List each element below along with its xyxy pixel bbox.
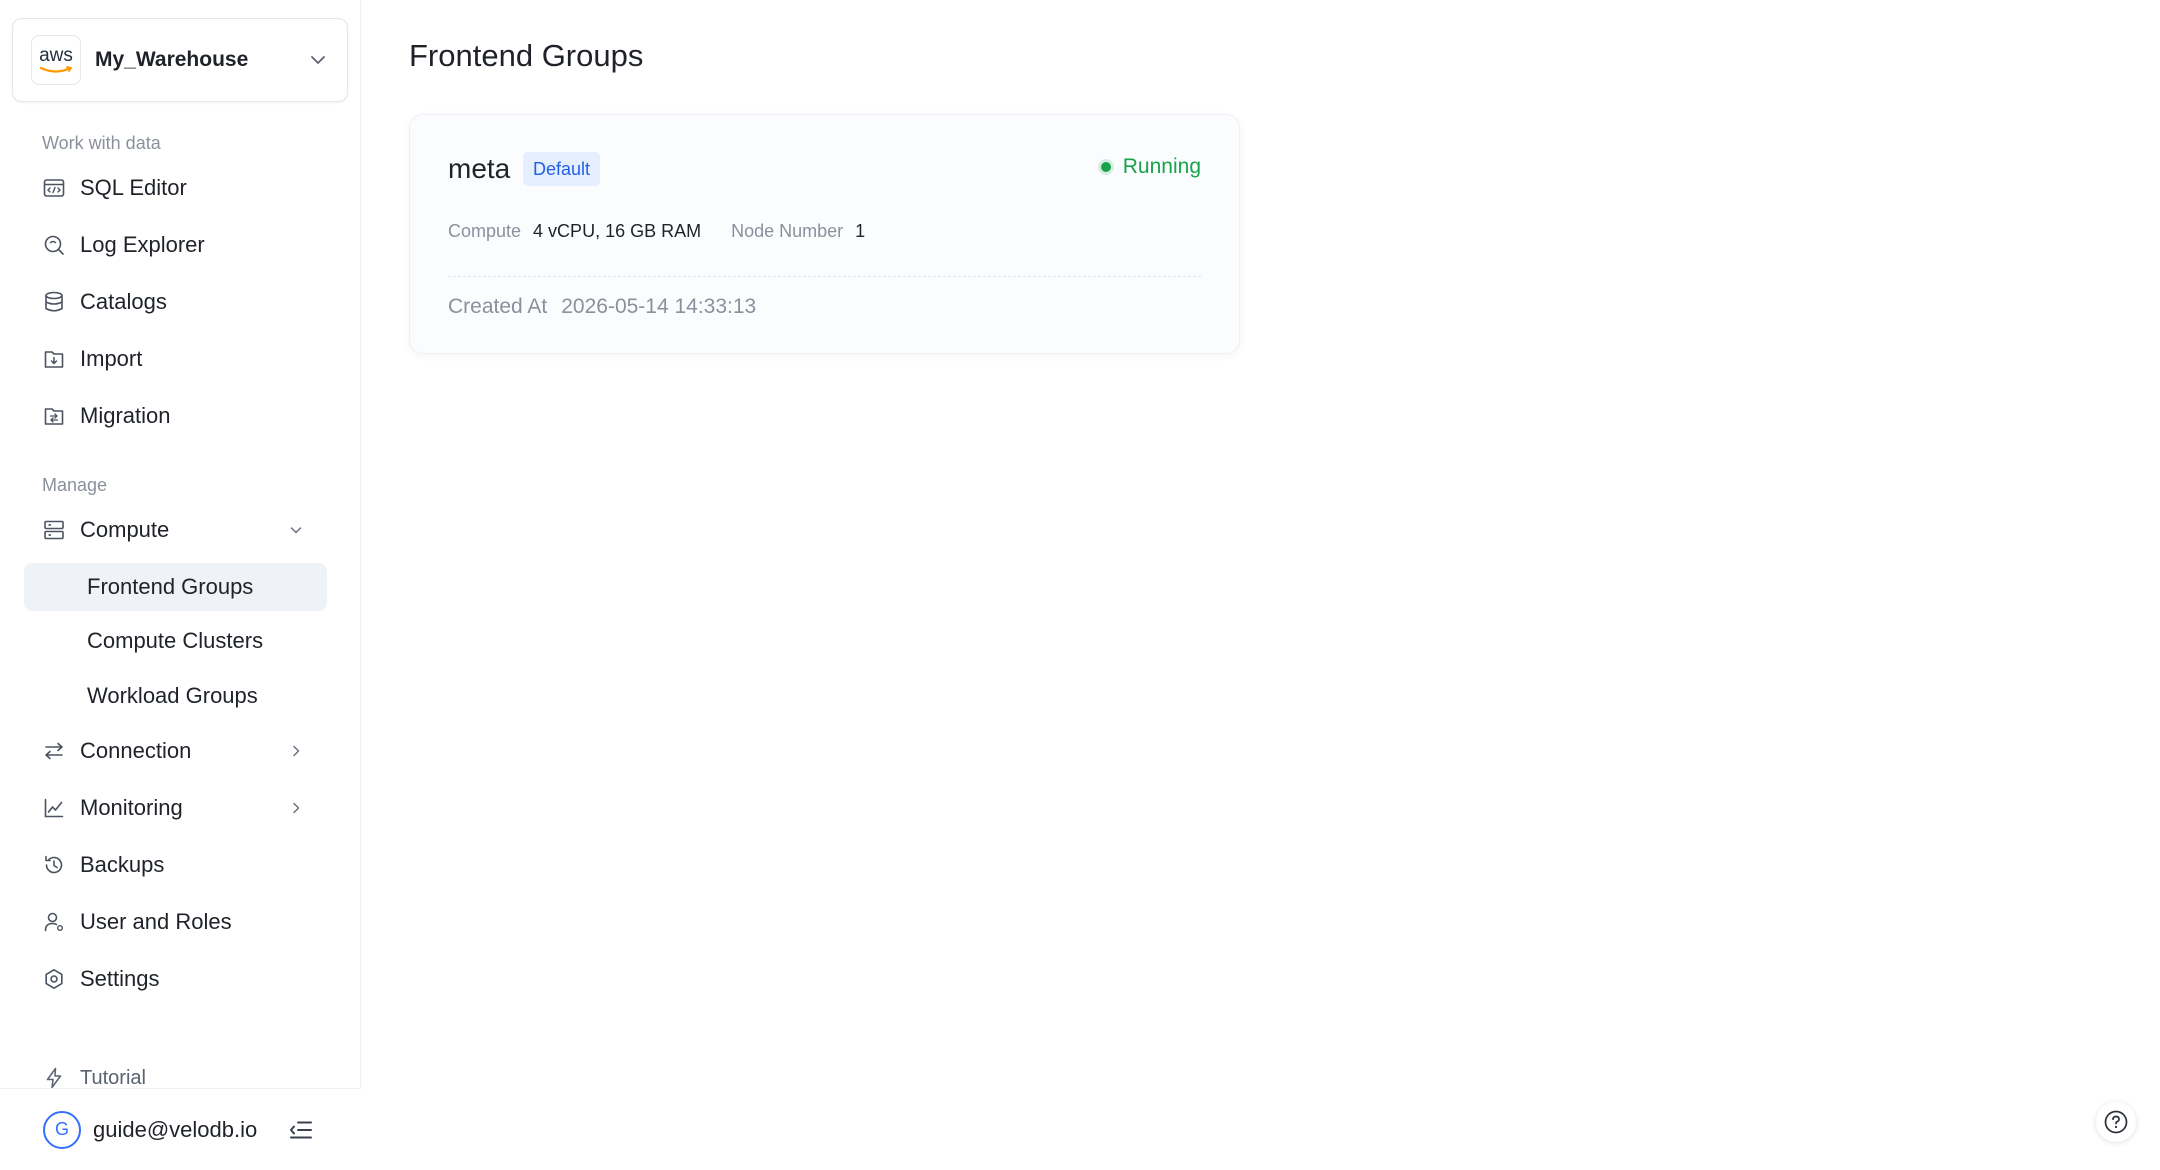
frontend-group-card[interactable]: meta Default Running Compute 4 vCPU, 16 … bbox=[409, 114, 1240, 354]
sidebar-item-label: User and Roles bbox=[80, 909, 232, 934]
sidebar-item-label: Compute bbox=[80, 517, 170, 542]
sidebar-item-connection[interactable]: Connection bbox=[24, 727, 327, 775]
sidebar-item-compute-clusters[interactable]: Compute Clusters bbox=[24, 617, 327, 665]
sidebar: aws My_Warehouse Work with data SQL Edit… bbox=[0, 0, 361, 1170]
chevron-down-icon bbox=[311, 56, 325, 64]
sidebar-item-label: Monitoring bbox=[80, 795, 183, 820]
sidebar-item-sql-editor[interactable]: SQL Editor bbox=[24, 164, 327, 212]
chevron-down-icon bbox=[290, 527, 302, 534]
user-email[interactable]: guide@velodb.io bbox=[93, 1117, 257, 1143]
status-indicator: Running bbox=[1100, 155, 1201, 179]
sidebar-item-label: Catalogs bbox=[80, 289, 167, 314]
sidebar-item-migration[interactable]: Migration bbox=[24, 392, 327, 440]
frontend-group-name: meta bbox=[448, 153, 511, 184]
card-divider bbox=[448, 276, 1201, 277]
app-root: aws My_Warehouse Work with data SQL Edit… bbox=[0, 0, 2160, 1170]
compute-value: 4 vCPU, 16 GB RAM bbox=[533, 221, 702, 241]
workspace-name: My_Warehouse bbox=[95, 48, 249, 71]
node-number-value: 1 bbox=[855, 221, 866, 241]
connection-icon bbox=[45, 742, 63, 760]
sidebar-item-backups[interactable]: Backups bbox=[24, 841, 327, 889]
migration-icon bbox=[44, 408, 64, 425]
created-at-label: Created At bbox=[448, 295, 548, 318]
help-button[interactable] bbox=[2096, 1102, 2136, 1142]
user-bar: G guide@velodb.io bbox=[0, 1088, 361, 1170]
chart-line-icon bbox=[44, 798, 64, 818]
sql-editor-icon bbox=[43, 179, 65, 197]
lightning-icon bbox=[46, 1067, 62, 1089]
sidebar-item-label: Workload Groups bbox=[87, 683, 258, 708]
sidebar-item-label: Frontend Groups bbox=[87, 574, 254, 599]
page-title: Frontend Groups bbox=[409, 38, 644, 73]
avatar[interactable]: G bbox=[43, 1110, 81, 1149]
sidebar-item-label: Log Explorer bbox=[80, 232, 205, 257]
help-circle-icon bbox=[2104, 1110, 2128, 1134]
aws-logo: aws bbox=[31, 35, 81, 85]
status-dot-icon bbox=[1100, 162, 1111, 172]
chevron-right-icon bbox=[293, 745, 300, 757]
chevron-right-icon bbox=[293, 802, 300, 814]
sidebar-item-label: Compute Clusters bbox=[87, 628, 264, 653]
sidebar-item-label: Migration bbox=[80, 403, 171, 428]
sidebar-item-label: SQL Editor bbox=[80, 175, 187, 200]
sidebar-item-log-explorer[interactable]: Log Explorer bbox=[24, 221, 327, 269]
sidebar-item-workload-groups[interactable]: Workload Groups bbox=[24, 672, 327, 720]
sidebar-item-compute[interactable]: Compute bbox=[24, 506, 327, 554]
status-text: Running bbox=[1122, 155, 1201, 178]
sidebar-item-import[interactable]: Import bbox=[24, 335, 327, 383]
sidebar-item-label: Settings bbox=[80, 966, 160, 991]
import-icon bbox=[44, 351, 64, 368]
sidebar-item-monitoring[interactable]: Monitoring bbox=[24, 784, 327, 832]
node-number-label: Node Number bbox=[731, 221, 844, 241]
default-badge: Default bbox=[523, 152, 601, 186]
collapse-sidebar-icon[interactable] bbox=[287, 1116, 315, 1144]
created-at-row: Created At 2026-05-14 14:33:13 bbox=[448, 295, 756, 319]
sidebar-item-label: Connection bbox=[80, 738, 192, 763]
sidebar-item-tutorial[interactable]: Tutorial bbox=[42, 1066, 146, 1090]
sidebar-item-catalogs[interactable]: Catalogs bbox=[24, 278, 327, 326]
sidebar-item-label: Tutorial bbox=[80, 1066, 146, 1089]
sidebar-item-label: Import bbox=[80, 346, 143, 371]
sidebar-item-user-and-roles[interactable]: User and Roles bbox=[24, 898, 327, 946]
sidebar-item-label: Backups bbox=[80, 852, 165, 877]
section-label-manage: Manage bbox=[42, 475, 108, 495]
spec-row: Compute 4 vCPU, 16 GB RAM Node Number 1 bbox=[448, 221, 895, 242]
created-at-value: 2026-05-14 14:33:13 bbox=[561, 295, 757, 318]
aws-smile-icon bbox=[39, 65, 73, 73]
server-icon bbox=[44, 520, 64, 540]
search-icon bbox=[44, 235, 64, 255]
section-label-work: Work with data bbox=[42, 133, 161, 153]
aws-logo-text: aws bbox=[39, 44, 73, 66]
sidebar-item-frontend-groups[interactable]: Frontend Groups bbox=[24, 563, 327, 611]
user-icon bbox=[44, 912, 63, 932]
compute-label: Compute bbox=[448, 221, 522, 241]
gear-icon bbox=[45, 969, 63, 989]
sidebar-item-settings[interactable]: Settings bbox=[24, 955, 327, 1003]
workspace-switcher[interactable]: aws My_Warehouse bbox=[12, 18, 348, 102]
history-icon bbox=[45, 855, 63, 874]
database-icon bbox=[45, 291, 63, 312]
